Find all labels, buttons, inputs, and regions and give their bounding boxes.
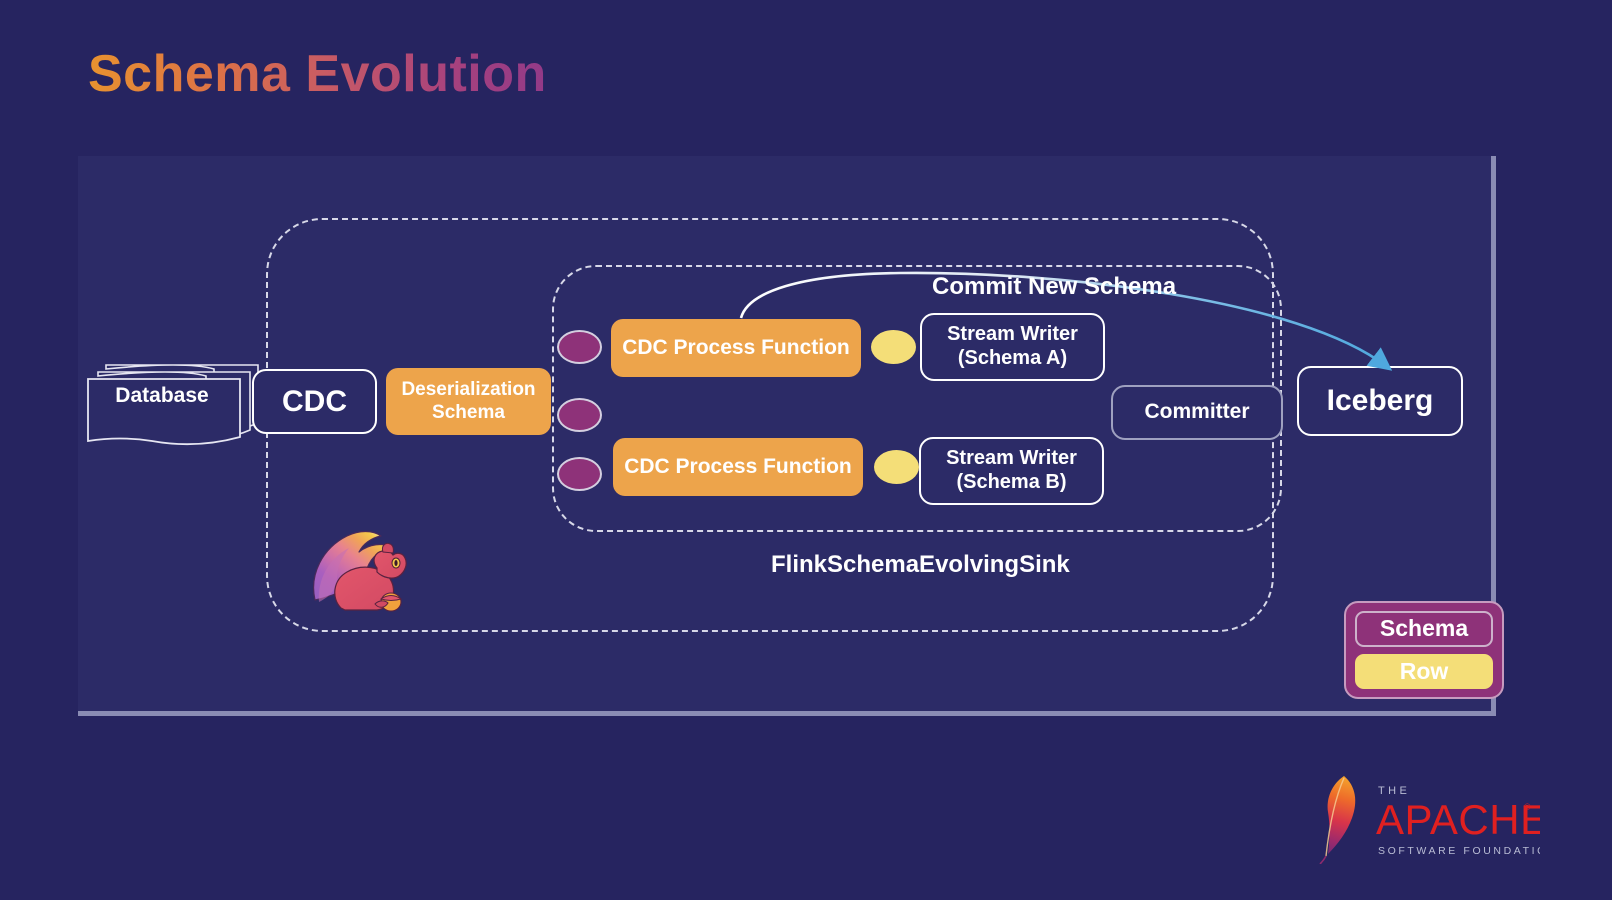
- row-token-1: [871, 330, 916, 364]
- stream-writer-b-label: Stream Writer (Schema B): [946, 447, 1077, 493]
- legend-item-schema: Schema: [1355, 611, 1493, 647]
- legend-item-row: Row: [1355, 653, 1493, 689]
- apache-flink-squirrel-logo: [305, 522, 425, 622]
- stream-writer-a-label: Stream Writer (Schema A): [947, 323, 1078, 369]
- legend: Schema Row: [1344, 601, 1504, 699]
- apache-logo-foundation: SOFTWARE FOUNDATION: [1378, 845, 1540, 857]
- schema-token-2: [557, 398, 602, 432]
- apache-logo-trademark: ®: [1524, 802, 1531, 812]
- schema-token-3: [557, 457, 602, 491]
- iceberg-label: Iceberg: [1326, 384, 1434, 418]
- cdc-process-function-a-label: CDC Process Function: [622, 335, 850, 359]
- flink-schema-evolving-sink-label: FlinkSchemaEvolvingSink: [771, 551, 1070, 578]
- apache-logo-apache: APACHE: [1376, 796, 1540, 843]
- deserialization-schema-node[interactable]: Deserialization Schema: [386, 368, 551, 435]
- row-token-2: [874, 450, 919, 484]
- commit-new-schema-label: Commit New Schema: [932, 273, 1177, 300]
- schema-token-1: [557, 330, 602, 364]
- stream-writer-a-node[interactable]: Stream Writer (Schema A): [920, 313, 1105, 381]
- database-node[interactable]: Database: [86, 357, 276, 447]
- iceberg-node[interactable]: Iceberg: [1297, 366, 1463, 436]
- stream-writer-b-node[interactable]: Stream Writer (Schema B): [919, 437, 1104, 505]
- slide-canvas: Schema Evolution Database CDC Deserializ…: [0, 0, 1612, 900]
- cdc-process-function-a-node[interactable]: CDC Process Function: [611, 319, 861, 377]
- cdc-process-function-b-node[interactable]: CDC Process Function: [613, 438, 863, 496]
- committer-node[interactable]: Committer: [1111, 385, 1283, 440]
- stacked-document-icon: [87, 364, 259, 446]
- committer-label: Committer: [1144, 400, 1250, 424]
- cdc-label: CDC: [282, 384, 347, 418]
- page-title: Schema Evolution: [88, 45, 547, 103]
- deserialization-schema-label: Deserialization Schema: [401, 379, 536, 423]
- cdc-node[interactable]: CDC: [252, 369, 377, 434]
- apache-software-foundation-logo: THE APACHE ® SOFTWARE FOUNDATION: [1300, 772, 1555, 865]
- cdc-process-function-b-label: CDC Process Function: [624, 454, 852, 478]
